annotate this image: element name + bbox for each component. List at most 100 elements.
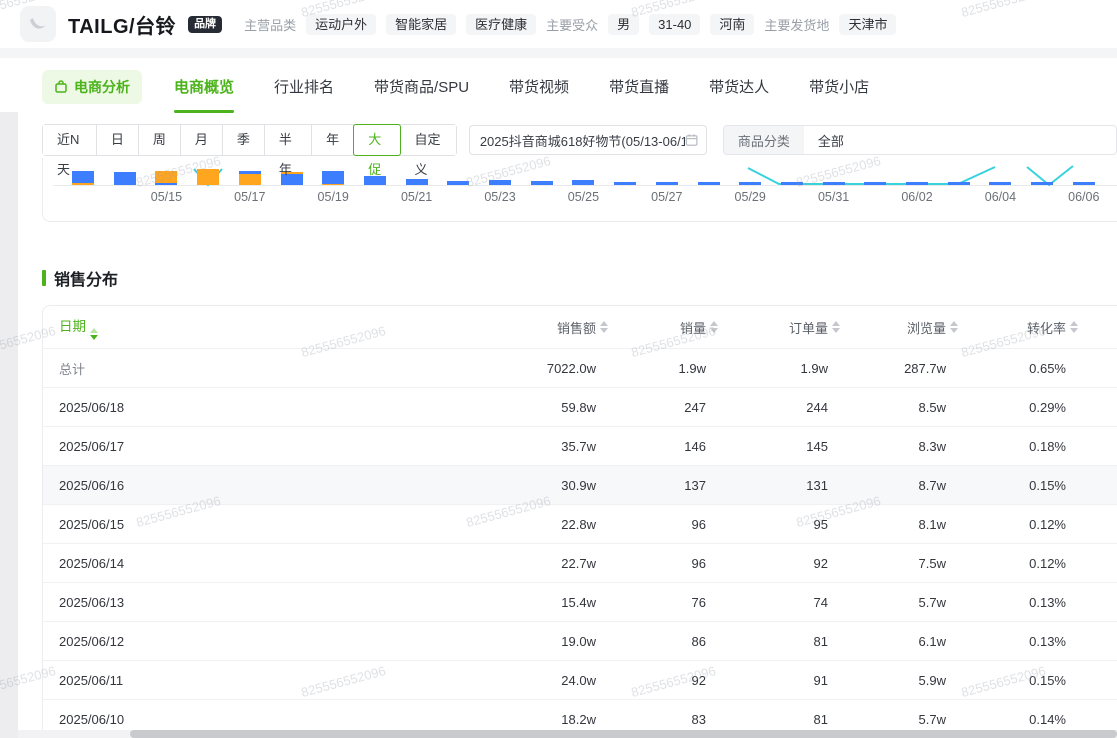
chart-bar-06/04[interactable] (989, 182, 1011, 185)
sort-icon[interactable] (828, 321, 844, 333)
chart-bar-06/02[interactable] (906, 182, 928, 185)
table-row[interactable]: 2025/06/1422.7w96927.5w0.12% (43, 543, 1117, 582)
bar-segment-blue (489, 180, 511, 185)
column-header-订单量[interactable]: 订单量 (722, 318, 844, 337)
meta-tag: 医疗健康 (466, 14, 536, 35)
orders-cell: 81 (722, 712, 844, 727)
chart-bar-05/17[interactable] (239, 171, 261, 185)
tab-带货商品/SPU[interactable]: 带货商品/SPU (374, 58, 469, 115)
period-button-月[interactable]: 月 (181, 125, 223, 155)
brand-logo (20, 6, 56, 42)
column-header-销售额[interactable]: 销售额 (502, 318, 612, 337)
chart-bar-06/06[interactable] (1073, 182, 1095, 185)
sales-cell: 22.8w (502, 517, 612, 532)
sort-icon[interactable] (1066, 321, 1082, 333)
ecommerce-analytics-page: TAILG/台铃 品牌 主营品类运动户外智能家居医疗健康主要受众男31-40河南… (0, 0, 1117, 738)
chart-bar-05/30[interactable] (781, 182, 803, 185)
column-header-label: 浏览量 (907, 318, 946, 337)
period-button-大促[interactable]: 大促 (353, 124, 401, 156)
period-button-年[interactable]: 年 (312, 125, 354, 155)
x-tick-label: 06/06 (1068, 190, 1099, 204)
chart-bar-05/13[interactable] (72, 171, 94, 185)
table-row[interactable]: 2025/06/1315.4w76745.7w0.13% (43, 582, 1117, 621)
chart-bar-05/16[interactable] (197, 169, 219, 185)
chart-bar-06/01[interactable] (864, 182, 886, 185)
product-category-select[interactable]: 商品分类 全部 (723, 125, 1117, 155)
horizontal-scrollbar[interactable] (18, 730, 1117, 738)
chart-bar-05/24[interactable] (531, 181, 553, 185)
column-header-浏览量[interactable]: 浏览量 (844, 318, 962, 337)
chart-bar-06/05[interactable] (1031, 182, 1053, 185)
sales-cell: 19.0w (502, 634, 612, 649)
column-header-日期[interactable]: 日期 (43, 315, 502, 340)
period-button-近N天[interactable]: 近N天 (43, 125, 97, 155)
column-header-转化率[interactable]: 转化率 (962, 318, 1082, 337)
date-cell: 2025/06/13 (43, 595, 502, 610)
period-button-自定义[interactable]: 自定义 (400, 125, 455, 155)
x-tick-label: 05/25 (568, 190, 599, 204)
volume-cell: 92 (612, 673, 722, 688)
table-row[interactable]: 2025/06/1124.0w92915.9w0.15% (43, 660, 1117, 699)
brand-logo-swoosh-icon (26, 12, 50, 36)
orders-cell: 244 (722, 400, 844, 415)
chart-bar-05/22[interactable] (447, 181, 469, 185)
column-header-label: 订单量 (789, 318, 828, 337)
chart-bar-05/26[interactable] (614, 182, 636, 185)
tab-带货直播[interactable]: 带货直播 (609, 58, 669, 115)
views-cell: 5.9w (844, 673, 962, 688)
chart-bar-05/14[interactable] (114, 172, 136, 185)
sales-trend-chart[interactable]: 05/1505/1705/1905/2105/2305/2505/2705/29… (42, 158, 1117, 222)
table-total-row[interactable]: 总计7022.0w1.9w1.9w287.7w0.65% (43, 348, 1117, 387)
chart-bar-05/25[interactable] (572, 180, 594, 185)
ecommerce-analysis-icon (54, 80, 68, 94)
cvr-cell: 0.12% (962, 517, 1082, 532)
chart-bar-05/28[interactable] (698, 182, 720, 185)
chart-bar-05/29[interactable] (739, 182, 761, 185)
views-cell: 5.7w (844, 595, 962, 610)
table-row[interactable]: 2025/06/1859.8w2472448.5w0.29% (43, 387, 1117, 426)
promo-date-range-select[interactable]: 2025抖音商城618好物节(05/13-06/18 (469, 125, 707, 155)
horizontal-scrollbar-thumb[interactable] (130, 730, 1117, 738)
table-row[interactable]: 2025/06/1219.0w86816.1w0.13% (43, 621, 1117, 660)
table-row[interactable]: 2025/06/1630.9w1371318.7w0.15% (43, 465, 1117, 504)
chart-bar-05/31[interactable] (823, 182, 845, 185)
chart-bar-05/15[interactable] (155, 171, 177, 185)
volume-cell: 247 (612, 400, 722, 415)
column-header-销量[interactable]: 销量 (612, 318, 722, 337)
table-row[interactable]: 2025/06/1735.7w1461458.3w0.18% (43, 426, 1117, 465)
chart-bar-05/19[interactable] (322, 171, 344, 185)
sort-icon[interactable] (596, 321, 612, 333)
volume-cell: 83 (612, 712, 722, 727)
x-tick-label: 05/23 (484, 190, 515, 204)
views-cell: 287.7w (844, 361, 962, 376)
chart-bar-06/03[interactable] (948, 182, 970, 185)
period-button-半年[interactable]: 半年 (265, 125, 312, 155)
date-cell: 2025/06/10 (43, 712, 502, 727)
chart-bar-05/23[interactable] (489, 180, 511, 185)
bar-segment-blue (864, 182, 886, 185)
ecommerce-analysis-pill[interactable]: 电商分析 (42, 70, 142, 104)
cvr-cell: 0.15% (962, 673, 1082, 688)
tab-带货视频[interactable]: 带货视频 (509, 58, 569, 115)
sort-icon[interactable] (946, 321, 962, 333)
orders-cell: 145 (722, 439, 844, 454)
sort-down-arrow (710, 328, 718, 333)
chart-bar-05/27[interactable] (656, 182, 678, 185)
volume-cell: 86 (612, 634, 722, 649)
sort-icon[interactable] (706, 321, 722, 333)
meta-label: 主要发货地 (764, 15, 829, 34)
orders-cell: 81 (722, 634, 844, 649)
sort-icon[interactable] (86, 328, 102, 340)
table-row[interactable]: 2025/06/1522.8w96958.1w0.12% (43, 504, 1117, 543)
tab-带货达人[interactable]: 带货达人 (709, 58, 769, 115)
period-button-季[interactable]: 季 (223, 125, 265, 155)
period-button-日[interactable]: 日 (97, 125, 139, 155)
tab-带货小店[interactable]: 带货小店 (809, 58, 869, 115)
bar-segment-blue (447, 181, 469, 185)
date-cell: 2025/06/17 (43, 439, 502, 454)
tab-电商概览[interactable]: 电商概览 (174, 58, 234, 115)
period-button-周[interactable]: 周 (139, 125, 181, 155)
tab-行业排名[interactable]: 行业排名 (274, 58, 334, 115)
cvr-cell: 0.15% (962, 478, 1082, 493)
sort-up-arrow (600, 321, 608, 326)
